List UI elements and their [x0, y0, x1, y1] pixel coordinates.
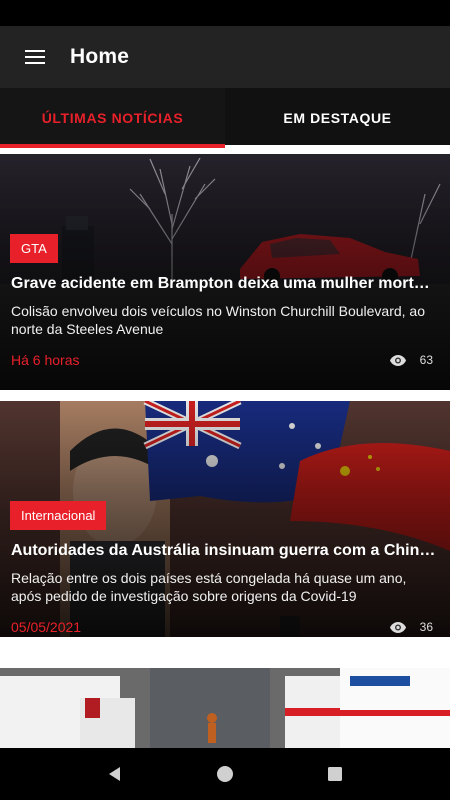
recents-square-icon — [328, 767, 342, 781]
news-photo-ambulance — [0, 668, 450, 748]
article-time: Há 6 horas — [11, 352, 80, 368]
view-count: 36 — [389, 620, 433, 634]
app-bar: Home — [0, 26, 450, 88]
view-count-value: 63 — [419, 353, 433, 367]
system-nav-bar — [0, 748, 450, 800]
article-summary: Colisão envolveu dois veículos no Winsto… — [11, 303, 425, 337]
hamburger-menu-icon — [25, 50, 45, 64]
article-headline[interactable]: Grave acidente em Brampton deixa uma mul… — [11, 275, 438, 293]
home-circle-icon — [217, 766, 233, 782]
page-title: Home — [70, 45, 130, 68]
news-card[interactable] — [0, 668, 450, 748]
menu-button[interactable] — [0, 26, 70, 88]
view-count-value: 36 — [419, 620, 433, 634]
category-badge[interactable]: Internacional — [10, 501, 107, 530]
news-feed[interactable]: GTA Grave acidente em Brampton deixa uma… — [0, 148, 450, 748]
eye-icon — [389, 354, 406, 366]
back-triangle-icon — [109, 767, 120, 781]
news-card[interactable]: GTA Grave acidente em Brampton deixa uma… — [0, 154, 450, 390]
article-time: 05/05/2021 — [11, 619, 82, 635]
tab-bar: ÚLTIMAS NOTÍCIAS EM DESTAQUE — [0, 88, 450, 148]
recents-button[interactable] — [315, 754, 355, 794]
tab-em-destaque[interactable]: EM DESTAQUE — [225, 88, 450, 148]
tab-label: ÚLTIMAS NOTÍCIAS — [41, 110, 184, 126]
article-summary: Relação entre os dois países está congel… — [11, 570, 407, 604]
article-headline[interactable]: Autoridades da Austrália insinuam guerra… — [11, 542, 438, 560]
back-button[interactable] — [95, 754, 135, 794]
category-badge[interactable]: GTA — [10, 234, 58, 263]
home-button[interactable] — [205, 754, 245, 794]
status-bar — [0, 0, 450, 26]
tab-label: EM DESTAQUE — [283, 110, 392, 126]
eye-icon — [389, 621, 406, 633]
tab-ultimas-noticias[interactable]: ÚLTIMAS NOTÍCIAS — [0, 88, 225, 148]
view-count: 63 — [389, 353, 433, 367]
news-card[interactable]: Internacional Autoridades da Austrália i… — [0, 401, 450, 637]
